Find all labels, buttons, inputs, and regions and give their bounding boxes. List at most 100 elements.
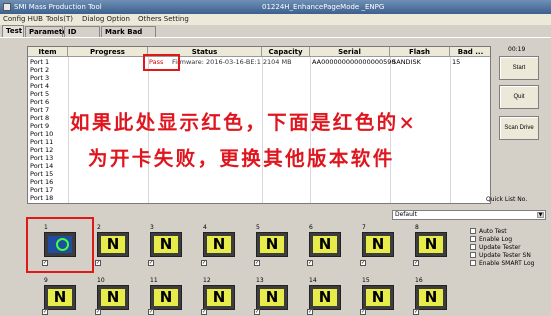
port-tile-15[interactable]: N <box>362 285 394 310</box>
port-tile-2[interactable]: N <box>97 232 129 257</box>
chevron-down-icon[interactable]: ▼ <box>537 212 544 218</box>
start-button[interactable]: Start <box>499 56 539 80</box>
port-state-n: N <box>207 289 231 306</box>
port-tile-8[interactable]: N <box>415 232 447 257</box>
port-number: 4 <box>203 224 207 231</box>
port-number: 3 <box>150 224 154 231</box>
port-tile-6[interactable]: N <box>309 232 341 257</box>
port-checkbox[interactable]: ✓ <box>95 260 101 266</box>
port-checkbox[interactable]: ✓ <box>42 309 48 315</box>
tab-mark-bad-info[interactable]: Mark Bad Info <box>101 26 156 46</box>
port-tile-11[interactable]: N <box>150 285 182 310</box>
port-checkbox[interactable]: ✓ <box>360 309 366 315</box>
enable-log-checkbox[interactable] <box>470 236 476 242</box>
port-tile-3[interactable]: N <box>150 232 182 257</box>
port-checkbox[interactable]: ✓ <box>148 260 154 266</box>
port-label: Port 1 <box>30 58 50 66</box>
port-tile-12[interactable]: N <box>203 285 235 310</box>
port-state-n: N <box>260 236 284 253</box>
col-progress[interactable]: Progress <box>68 47 148 57</box>
port-state-n: N <box>366 236 390 253</box>
auto-test-label: Auto Test <box>479 228 507 235</box>
profile-select[interactable]: Default ▼ <box>392 210 546 220</box>
tab-strip: Test Parameter ID Table Mark Bad Info <box>0 25 551 46</box>
port-label: Port 10 <box>30 130 54 138</box>
port-label: Port 3 <box>30 74 50 82</box>
port-checkbox[interactable]: ✓ <box>201 260 207 266</box>
port-state-n: N <box>207 236 231 253</box>
menu-dialog-option[interactable]: Dialog Option <box>82 14 130 25</box>
port-checkbox[interactable]: ✓ <box>307 309 313 315</box>
port-label: Port 7 <box>30 106 50 114</box>
port-tile-9[interactable]: N <box>44 285 76 310</box>
quit-button[interactable]: Quit <box>499 85 539 109</box>
port-label: Port 17 <box>30 186 54 194</box>
col-flash[interactable]: Flash <box>390 47 450 57</box>
port-number: 5 <box>256 224 260 231</box>
port-tile-7[interactable]: N <box>362 232 394 257</box>
port-checkbox[interactable]: ✓ <box>95 309 101 315</box>
status-pass: Pass <box>149 58 164 66</box>
port-1-highlight-frame <box>26 217 94 273</box>
table-row[interactable]: Port 17 <box>28 186 490 194</box>
port-state-n: N <box>101 289 125 306</box>
enable-smart-log-checkbox[interactable] <box>470 260 476 266</box>
annotation-line-2: 为开卡失败，更换其他版本软件 <box>88 147 395 170</box>
col-bad[interactable]: Bad ... <box>450 47 490 57</box>
port-number: 10 <box>97 277 105 284</box>
table-row[interactable]: Port 2 <box>28 66 490 74</box>
col-serial[interactable]: Serial <box>310 47 390 57</box>
port-number: 7 <box>362 224 366 231</box>
port-checkbox[interactable]: ✓ <box>201 309 207 315</box>
port-tile-4[interactable]: N <box>203 232 235 257</box>
table-row[interactable]: Port 3 <box>28 74 490 82</box>
col-capacity[interactable]: Capacity <box>262 47 310 57</box>
port-checkbox[interactable]: ✓ <box>413 260 419 266</box>
tab-test[interactable]: Test <box>2 25 24 37</box>
port-checkbox[interactable]: ✓ <box>254 309 260 315</box>
port-tile-10[interactable]: N <box>97 285 129 310</box>
elapsed-timer: 00:19 <box>508 46 526 53</box>
col-status[interactable]: Status <box>148 47 262 57</box>
port-label: Port 14 <box>30 162 54 170</box>
scan-drive-button[interactable]: Scan Drive <box>499 116 539 140</box>
table-row[interactable]: Port 16 <box>28 178 490 186</box>
menu-others-setting[interactable]: Others Setting <box>138 14 189 25</box>
port-checkbox[interactable]: ✓ <box>254 260 260 266</box>
tab-id-table[interactable]: ID Table <box>64 26 100 46</box>
port-checkbox[interactable]: ✓ <box>413 309 419 315</box>
port-label: Port 18 <box>30 194 54 202</box>
port-label: Port 15 <box>30 170 54 178</box>
update-tester-label: Update Tester <box>479 244 521 251</box>
port-checkbox[interactable]: ✓ <box>307 260 313 266</box>
tab-parameter[interactable]: Parameter <box>25 26 70 37</box>
port-checkbox[interactable]: ✓ <box>360 260 366 266</box>
table-row[interactable]: Port 6 <box>28 98 490 106</box>
table-row[interactable]: Port 4 <box>28 82 490 90</box>
menu-bar: Config HUB Tools(T) Dialog Option Others… <box>0 14 551 25</box>
table-row[interactable]: Port 1 Pass Firmware: 2016-03-16-BE:1 21… <box>28 58 490 66</box>
port-tile-13[interactable]: N <box>256 285 288 310</box>
auto-test-checkbox[interactable] <box>470 228 476 234</box>
enable-log-label: Enable Log <box>479 236 513 243</box>
table-row[interactable]: Port 5 <box>28 90 490 98</box>
port-tile-14[interactable]: N <box>309 285 341 310</box>
port-tile-16[interactable]: N <box>415 285 447 310</box>
port-label: Port 13 <box>30 154 54 162</box>
port-number: 16 <box>415 277 423 284</box>
port-state-n: N <box>419 289 443 306</box>
table-row[interactable]: Port 18 <box>28 194 490 202</box>
port-checkbox[interactable]: ✓ <box>148 309 154 315</box>
flash-value: SANDISK <box>392 58 421 66</box>
menu-tools[interactable]: Tools(T) <box>46 14 73 25</box>
port-tile-5[interactable]: N <box>256 232 288 257</box>
app-icon <box>3 3 11 11</box>
port-label: Port 4 <box>30 82 50 90</box>
col-item[interactable]: Item <box>28 47 68 57</box>
quick-list-label: Quick List No. <box>486 196 528 203</box>
table-row[interactable]: Port 15 <box>28 170 490 178</box>
port-label: Port 2 <box>30 66 50 74</box>
update-tester-sn-checkbox[interactable] <box>470 252 476 258</box>
menu-config-hub[interactable]: Config HUB <box>3 14 43 25</box>
update-tester-checkbox[interactable] <box>470 244 476 250</box>
